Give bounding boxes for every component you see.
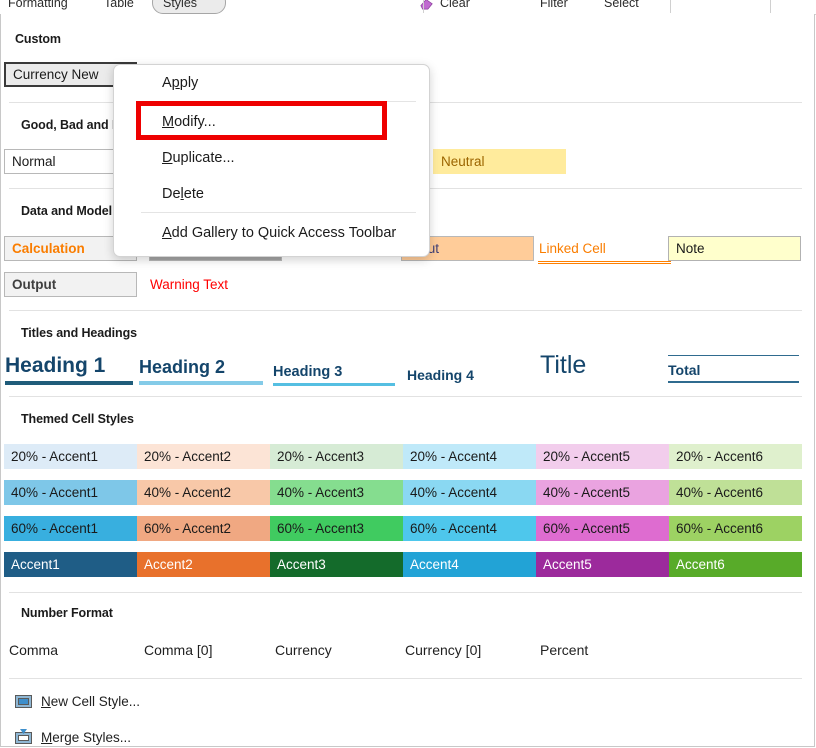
- heading-style-heading-4[interactable]: Heading 4: [407, 358, 529, 386]
- style-note[interactable]: Note: [668, 236, 801, 261]
- merge-styles-label-text: erge Styles...: [52, 729, 132, 745]
- ribbon-label-select: Select: [604, 0, 639, 10]
- themed-style-20-accent3[interactable]: 20% - Accent3: [270, 444, 403, 469]
- ribbon-separator: [670, 0, 671, 13]
- style-warning-text[interactable]: Warning Text: [149, 272, 228, 297]
- number-format-currency[interactable]: Currency: [275, 642, 332, 658]
- menu-item-modify-accelerator: M: [162, 114, 175, 130]
- themed-style-40-accent4[interactable]: 40% - Accent4: [403, 480, 536, 505]
- themed-style-accent6[interactable]: Accent6: [669, 552, 802, 577]
- new-cell-style-label: New Cell Style...: [41, 693, 141, 709]
- themed-style-accent4[interactable]: Accent4: [403, 552, 536, 577]
- themed-style-40-accent3[interactable]: 40% - Accent3: [270, 480, 403, 505]
- heading-style-total[interactable]: Total: [668, 355, 799, 383]
- menu-item-add-gallery-accelerator: A: [162, 225, 172, 241]
- themed-style-40-accent5[interactable]: 40% - Accent5: [536, 480, 669, 505]
- heading-style-heading-1[interactable]: Heading 1: [5, 350, 133, 385]
- merge-styles-command[interactable]: Merge Styles...: [15, 724, 132, 746]
- themed-style-60-accent5[interactable]: 60% - Accent5: [536, 516, 669, 541]
- themed-style-60-accent4[interactable]: 60% - Accent4: [403, 516, 536, 541]
- heading-style-heading-2[interactable]: Heading 2: [139, 353, 263, 385]
- merge-styles-icon: [15, 728, 32, 746]
- new-cell-style-command[interactable]: New Cell Style...: [15, 688, 140, 714]
- style-linked-cell[interactable]: Linked Cell: [538, 236, 671, 264]
- themed-style-20-accent5[interactable]: 20% - Accent5: [536, 444, 669, 469]
- ribbon-label-formatting: Formatting: [8, 0, 68, 10]
- gallery-divider: [9, 310, 802, 311]
- themed-style-accent5[interactable]: Accent5: [536, 552, 669, 577]
- ribbon-separator: [770, 0, 771, 13]
- style-output[interactable]: Output: [4, 272, 137, 297]
- gallery-divider: [9, 396, 802, 397]
- heading-style-title[interactable]: Title: [540, 344, 662, 383]
- menu-item-duplicate-label: uplicate...: [172, 150, 235, 166]
- themed-style-accent1[interactable]: Accent1: [4, 552, 137, 577]
- ribbon-label-filter: Filter: [540, 0, 568, 10]
- menu-item-modify-label: odify...: [174, 114, 216, 130]
- new-cell-style-label-text: ew Cell Style...: [50, 693, 141, 709]
- themed-style-60-accent3[interactable]: 60% - Accent3: [270, 516, 403, 541]
- group-header-themed_cell_styles: Themed Cell Styles: [21, 412, 134, 426]
- themed-style-60-accent2[interactable]: 60% - Accent2: [137, 516, 270, 541]
- themed-style-60-accent1[interactable]: 60% - Accent1: [4, 516, 137, 541]
- context-menu-separator: [141, 212, 416, 213]
- themed-style-accent3[interactable]: Accent3: [270, 552, 403, 577]
- themed-style-40-accent6[interactable]: 40% - Accent6: [669, 480, 802, 505]
- number-format-comma[interactable]: Comma: [9, 642, 58, 658]
- style-context-menu: Ap ply Modify... Duplicate... De l ete Add Gall…: [113, 64, 430, 257]
- menu-item-delete[interactable]: De l ete: [115, 176, 430, 212]
- menu-item-duplicate[interactable]: Duplicate...: [115, 140, 430, 176]
- ribbon-label-clear: Clear: [440, 0, 470, 10]
- number-format-currency-0[interactable]: Currency [0]: [405, 642, 481, 658]
- group-header-number_format: Number Format: [21, 606, 113, 620]
- menu-item-delete-label: ete: [183, 186, 204, 202]
- themed-style-accent2[interactable]: Accent2: [137, 552, 270, 577]
- themed-style-20-accent2[interactable]: 20% - Accent2: [137, 444, 270, 469]
- gallery-divider: [9, 678, 802, 679]
- merge-styles-label: Merge Styles...: [41, 729, 132, 745]
- group-header-data_and_model: Data and Model: [21, 204, 112, 218]
- menu-item-apply[interactable]: Ap ply: [115, 65, 430, 101]
- menu-item-add-gallery[interactable]: Add Gallery to Quick Access Toolbar: [115, 215, 430, 251]
- themed-style-20-accent1[interactable]: 20% - Accent1: [4, 444, 137, 469]
- context-menu-separator: [141, 101, 416, 102]
- gallery-divider: [9, 592, 802, 593]
- menu-item-apply-label: ply: [179, 75, 199, 91]
- number-format-comma-0[interactable]: Comma [0]: [144, 642, 212, 658]
- menu-item-modify[interactable]: Modify...: [115, 104, 430, 140]
- themed-style-20-accent6[interactable]: 20% - Accent6: [669, 444, 802, 469]
- ribbon-label-styles: Styles: [163, 0, 198, 10]
- menu-item-add-gallery-label: dd Gallery to Quick Access Toolbar: [171, 225, 397, 241]
- heading-style-heading-3[interactable]: Heading 3: [273, 357, 395, 386]
- themed-style-40-accent2[interactable]: 40% - Accent2: [137, 480, 270, 505]
- themed-style-40-accent1[interactable]: 40% - Accent1: [4, 480, 137, 505]
- menu-item-delete-prefix: De: [162, 186, 181, 202]
- menu-item-apply-prefix: A: [162, 75, 172, 91]
- menu-item-duplicate-accelerator: D: [162, 150, 173, 166]
- ribbon-separator: [423, 0, 424, 13]
- themed-style-20-accent4[interactable]: 20% - Accent4: [403, 444, 536, 469]
- group-header-titles_and_headings: Titles and Headings: [21, 326, 137, 340]
- ribbon-label-table: Table: [104, 0, 134, 10]
- themed-style-60-accent6[interactable]: 60% - Accent6: [669, 516, 802, 541]
- group-header-custom: Custom: [15, 32, 61, 46]
- new-cell-style-icon: [15, 693, 32, 710]
- number-format-percent[interactable]: Percent: [540, 642, 588, 658]
- ribbon-remnant-strip: Formatting Table Styles Clear Filter Select: [0, 0, 816, 15]
- style-neutral[interactable]: Neutral: [433, 149, 566, 174]
- menu-item-apply-accelerator: p: [171, 75, 180, 91]
